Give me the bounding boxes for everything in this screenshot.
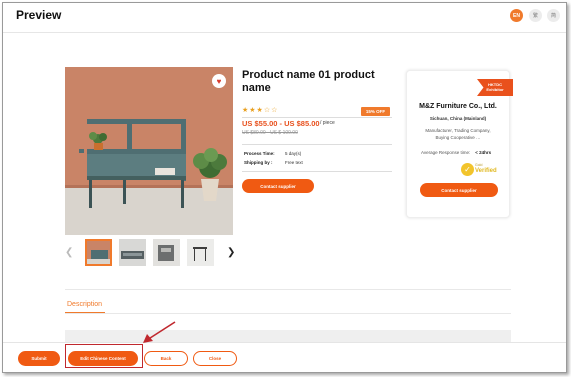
business-type-line1: Manufacturer, Trading Company,	[425, 128, 491, 133]
page-title: Preview	[16, 8, 62, 22]
spec-value-shipping: Free text	[285, 160, 303, 165]
business-type-line2: Buying Cooperative …	[435, 135, 481, 140]
response-time: Average Response time: < 24hrs	[421, 150, 491, 155]
contact-supplier-button[interactable]: Contact supplier	[242, 179, 314, 193]
divider	[242, 117, 392, 118]
back-button[interactable]: Back	[144, 351, 188, 366]
price-range: US $55.00 - US $85.00	[242, 119, 320, 128]
ribbon-line2: Exhibitor	[486, 87, 504, 92]
product-photo	[65, 67, 233, 235]
heart-icon[interactable]: ♥	[212, 74, 226, 88]
response-time-label: Average Response time:	[421, 150, 471, 155]
divider	[242, 171, 392, 172]
rating-stars: ★★★☆☆	[242, 107, 279, 114]
supplier-card: HKTDC Exhibitor M&Z Furniture Co., Ltd. …	[406, 70, 513, 218]
annotation-highlight-box	[65, 344, 143, 368]
spec-value-process-time: 5 day(s)	[285, 151, 302, 156]
original-price: US $80.00 - US $ 100.00	[242, 130, 298, 136]
product-name: Product name 01 product name	[242, 69, 375, 94]
supplier-location: Sichuan, China (Mainland)	[429, 116, 487, 121]
divider	[65, 289, 511, 290]
discount-badge: 15% OFF	[361, 107, 390, 116]
thumbnail-strip: ❮ ❯	[65, 239, 237, 269]
spec-label-shipping: Shipping by :	[244, 160, 273, 165]
language-simplified-button[interactable]: 简	[547, 9, 560, 22]
thumbnail-2[interactable]	[119, 239, 146, 266]
thumbnail-1[interactable]	[85, 239, 112, 266]
thumbnail-3[interactable]	[153, 239, 180, 266]
verified-badge: ✓ Gold Verified	[461, 163, 497, 177]
exhibitor-ribbon: HKTDC Exhibitor	[477, 79, 513, 96]
chevron-right-icon[interactable]: ❯	[227, 247, 235, 258]
chevron-left-icon[interactable]: ❮	[65, 247, 73, 258]
product-main-image: ♥	[65, 67, 233, 235]
language-traditional-button[interactable]: 繁	[529, 9, 542, 22]
supplier-business-type: Manufacturer, Trading Company, Buying Co…	[407, 127, 509, 141]
preview-window: Preview EN 繁 简 ♥ ❮ ❯ Product name 01 pro…	[2, 2, 567, 373]
verified-label: Verified	[475, 168, 497, 174]
spec-label-process-time: Process Time:	[244, 151, 275, 156]
divider	[242, 144, 392, 145]
tab-description[interactable]: Description	[67, 301, 102, 308]
thumbnail-4[interactable]	[187, 239, 214, 266]
card-contact-supplier-button[interactable]: Contact supplier	[420, 183, 498, 197]
language-en-button[interactable]: EN	[510, 9, 523, 22]
response-time-value: < 24hrs	[475, 150, 492, 155]
price-unit: / piece	[320, 120, 335, 126]
divider	[65, 313, 511, 314]
submit-button[interactable]: Submit	[18, 351, 60, 366]
header-bar: Preview EN 繁 简	[3, 3, 566, 33]
close-button[interactable]: Close	[193, 351, 237, 366]
annotation-arrow-icon	[143, 321, 176, 343]
supplier-name[interactable]: M&Z Furniture Co., Ltd.	[407, 103, 509, 110]
checkmark-icon: ✓	[461, 163, 474, 176]
